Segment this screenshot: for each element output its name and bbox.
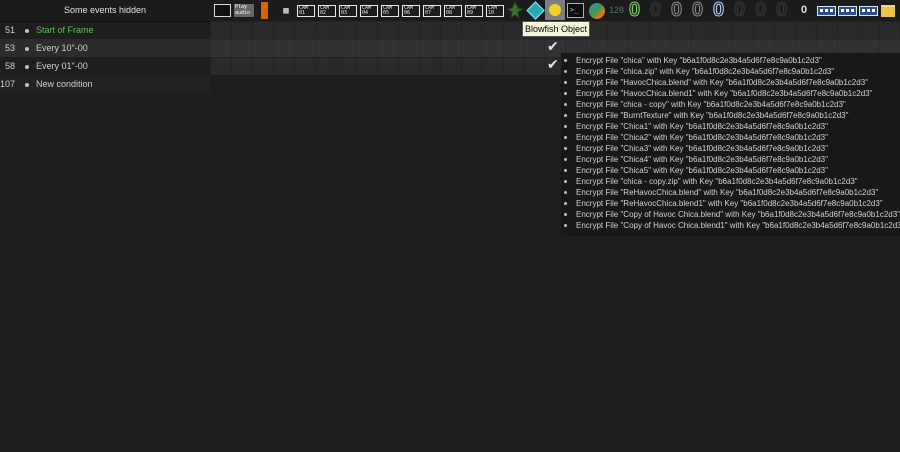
action-list-popup: Encrypt File "chica" with Key "b6a1f0d8c… <box>561 53 900 236</box>
dots-object-icon-3[interactable] <box>859 6 878 16</box>
event-row-53[interactable]: 53 Every 10"-00 <box>0 39 210 57</box>
cam-01-object-icon[interactable]: CAM 01 <box>297 5 315 17</box>
event-bullet <box>25 29 29 33</box>
event-number: 58 <box>4 61 15 71</box>
cam-10-object-icon[interactable]: CAM 10 <box>486 5 504 17</box>
event-row-51[interactable]: 51 Start of Frame <box>0 21 210 39</box>
cam-09-object-icon[interactable]: CAM 09 <box>465 5 483 17</box>
counter-gray-object-1[interactable]: 0 <box>670 0 682 21</box>
events-hidden-label[interactable]: Some events hidden <box>0 0 210 21</box>
new-condition[interactable]: New condition <box>36 75 93 93</box>
blowfish-object-icon[interactable] <box>545 0 565 20</box>
event-condition[interactable]: Every 10"-00 <box>36 39 88 57</box>
folder-object-icon[interactable] <box>881 5 895 17</box>
event-bullet <box>25 65 29 69</box>
event-number: 51 <box>4 25 15 35</box>
event-condition[interactable]: Start of Frame <box>36 21 94 39</box>
counter-gray-object-2[interactable]: 0 <box>691 0 703 21</box>
event-row-58[interactable]: 58 Every 01"-00 <box>0 57 210 75</box>
dots-object-icon-1[interactable] <box>817 6 836 16</box>
cam-06-object-icon[interactable]: CAM 06 <box>402 5 420 17</box>
counter-green-object[interactable]: 0 <box>628 0 640 21</box>
globe-object-icon[interactable] <box>589 3 605 19</box>
counter-small-zero-object[interactable]: 0 <box>801 4 807 16</box>
action-checkmark-row-58[interactable]: ✔ <box>547 58 559 72</box>
event-condition[interactable]: Every 01"-00 <box>36 57 88 75</box>
cam-05-object-icon[interactable]: CAM 05 <box>381 5 399 17</box>
counter-blue-object[interactable]: 0 <box>712 0 724 21</box>
cam-02-object-icon[interactable]: CAM 02 <box>318 5 336 17</box>
diamond-object-icon[interactable] <box>526 1 545 20</box>
console-object-icon[interactable]: >_ <box>567 3 584 18</box>
play-audio-object-icon[interactable]: Play audio <box>234 4 254 17</box>
counter-dark-object-3[interactable]: 0 <box>754 0 766 21</box>
dots-object-icon-2[interactable] <box>838 6 857 16</box>
event-bullet <box>25 47 29 51</box>
cam-object-icon[interactable]: ▦ <box>279 4 293 18</box>
event-bullet <box>25 83 29 87</box>
cam-03-object-icon[interactable]: CAM 03 <box>339 5 357 17</box>
event-number: 53 <box>4 43 15 53</box>
event-row-107[interactable]: 107 New condition <box>0 75 210 93</box>
counter-dark-object-4[interactable]: 0 <box>775 0 787 21</box>
counter-128-object[interactable]: 128 <box>609 5 624 15</box>
orange-bar-object-icon[interactable] <box>261 2 268 19</box>
green-figure-object-icon[interactable] <box>505 0 525 20</box>
object-header-bar: Some events hidden Play audio ▦ CAM 01 C… <box>0 0 900 22</box>
cam-08-object-icon[interactable]: CAM 08 <box>444 5 462 17</box>
cam-04-object-icon[interactable]: CAM 04 <box>360 5 378 17</box>
cam-07-object-icon[interactable]: CAM 07 <box>423 5 441 17</box>
object-tooltip: Blowfish Object <box>522 21 591 37</box>
counter-dark-object-2[interactable]: 0 <box>733 0 745 21</box>
action-checkmark-row-53[interactable]: ✔ <box>547 40 559 54</box>
event-number: 107 <box>0 79 16 89</box>
frame-object-icon[interactable] <box>214 4 231 17</box>
counter-dark-object[interactable]: 0 <box>649 0 661 21</box>
